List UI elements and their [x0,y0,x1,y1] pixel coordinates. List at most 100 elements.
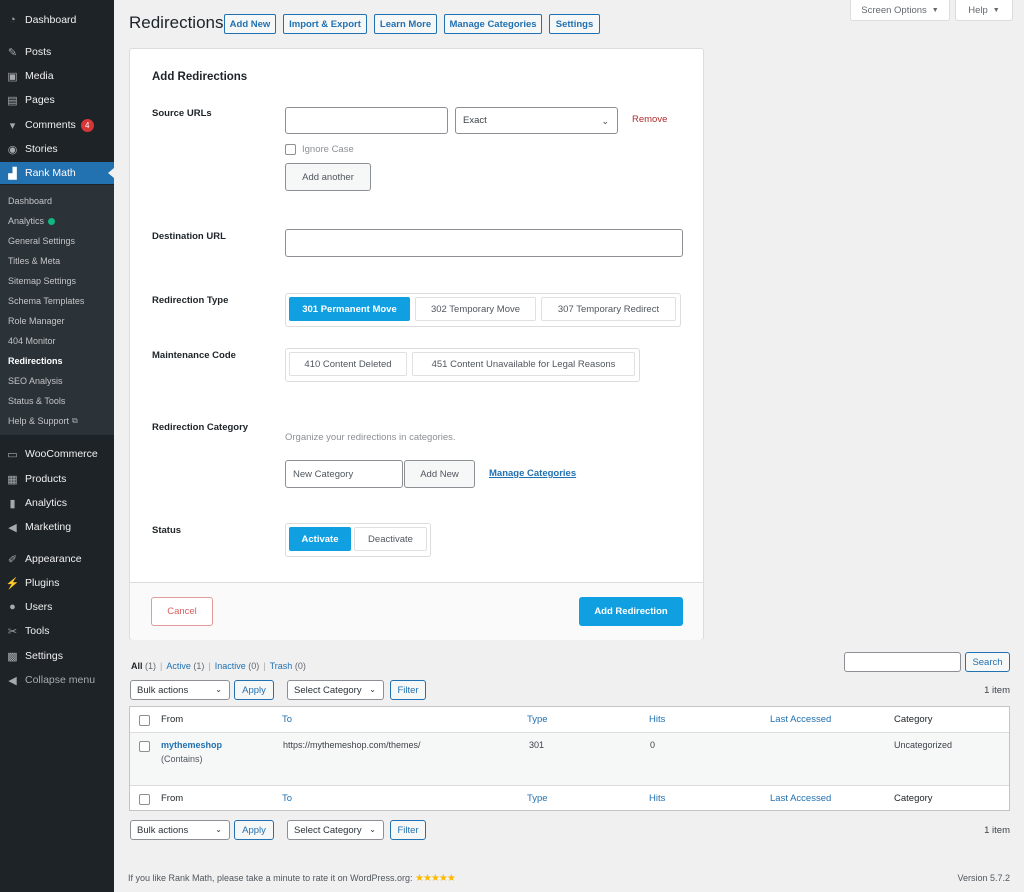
column-from-footer: From [161,793,184,804]
column-hits-footer[interactable]: Hits [649,793,665,804]
sidebar-item-comments[interactable]: ▾ Comments 4 [0,114,114,136]
sidebar-item-posts[interactable]: ✎ Posts [0,41,114,63]
import-export-button[interactable]: Import & Export [283,14,367,34]
to-url: https://mythemeshop.com/themes/ [283,740,421,750]
learn-more-button[interactable]: Learn More [374,14,437,34]
submenu-general-settings[interactable]: General Settings [8,231,75,251]
sidebar-item-marketing[interactable]: ◀ Marketing [0,516,114,538]
code-451-button[interactable]: 451 Content Unavailable for Legal Reason… [412,352,635,376]
sidebar-item-media[interactable]: ▣ Media [0,65,114,87]
new-category-input[interactable]: New Category [285,460,403,488]
help-button[interactable]: Help ▼ [955,0,1013,21]
type-307-button[interactable]: 307 Temporary Redirect [541,297,676,321]
apply-button-bottom[interactable]: Apply [234,820,274,840]
submenu-dashboard[interactable]: Dashboard [8,191,52,211]
column-last-accessed[interactable]: Last Accessed [770,714,831,725]
column-to[interactable]: To [282,714,292,725]
type-302-button[interactable]: 302 Temporary Move [415,297,536,321]
chevron-down-icon: ⌄ [369,825,376,834]
megaphone-icon: ◀ [8,521,17,534]
column-last-accessed-footer[interactable]: Last Accessed [770,793,831,804]
panel-title: Add Redirections [152,71,248,83]
collapse-icon: ◀ [8,674,17,687]
column-category-footer: Category [894,793,933,804]
sidebar-item-analytics[interactable]: ▮ Analytics [0,492,114,514]
redirections-table: From To Type Hits Last Accessed Category… [129,706,1010,811]
sidebar-item-products[interactable]: ▦ Products [0,468,114,490]
add-new-button[interactable]: Add New [224,14,276,34]
sidebar-item-pages[interactable]: ▤ Pages [0,89,114,111]
select-category-top[interactable]: Select Category ⌄ [287,680,384,700]
sidebar-item-rank-math[interactable]: ▟ Rank Math [0,162,114,184]
bulk-actions-select-top[interactable]: Bulk actions ⌄ [130,680,230,700]
collapse-menu-button[interactable]: ◀ Collapse menu [0,669,114,691]
view-all-link[interactable]: All [131,661,143,671]
search-button[interactable]: Search [965,652,1010,672]
submenu-schema-templates[interactable]: Schema Templates [8,291,84,311]
select-all-checkbox[interactable] [139,715,150,726]
admin-sidebar: ◔ Dashboard ✎ Posts ▣ Media ▤ Pages ▾ Comment… [0,0,114,892]
rating-stars-icon[interactable]: ★★★★★ [415,873,456,884]
submenu-seo-analysis[interactable]: SEO Analysis [8,371,63,391]
bulk-actions-select-bottom[interactable]: Bulk actions ⌄ [130,820,230,840]
status-group: Activate Deactivate [285,523,431,557]
submenu-titles-meta[interactable]: Titles & Meta [8,251,60,271]
add-redirection-button[interactable]: Add Redirection [579,597,683,626]
type-301-button[interactable]: 301 Permanent Move [289,297,410,321]
row-checkbox[interactable] [139,741,150,752]
select-all-checkbox-bottom[interactable] [139,794,150,805]
column-type[interactable]: Type [527,714,548,725]
submenu-status-tools[interactable]: Status & Tools [8,391,65,411]
destination-url-input[interactable] [285,229,683,257]
column-to-footer[interactable]: To [282,793,292,804]
match-type-select[interactable]: Exact ⌄ [455,107,618,134]
source-url-input[interactable] [285,107,448,134]
search-input[interactable] [844,652,961,672]
manage-categories-link[interactable]: Manage Categories [489,468,576,479]
panel-footer: Cancel Add Redirection [130,582,703,640]
status-label: Status [152,525,182,536]
cancel-button[interactable]: Cancel [151,597,213,626]
category-value: Uncategorized [894,740,953,750]
submenu-analytics[interactable]: Analytics [8,211,56,231]
status-filter-links: All (1) | Active (1) | Inactive (0) | Trash (0… [131,661,306,671]
sidebar-item-woocommerce[interactable]: ▭ WooCommerce [0,443,114,465]
column-hits[interactable]: Hits [649,714,665,725]
manage-categories-button[interactable]: Manage Categories [444,14,542,34]
apply-button-top[interactable]: Apply [234,680,274,700]
add-redirection-panel: Add Redirections Source URLs Exact ⌄ Remo… [129,48,704,640]
view-trash-link[interactable]: Trash [270,661,293,671]
add-category-button[interactable]: Add New [404,460,475,488]
redirection-type-group: 301 Permanent Move 302 Temporary Move 30… [285,293,681,327]
column-type-footer[interactable]: Type [527,793,548,804]
sidebar-item-dashboard[interactable]: ◔ Dashboard [0,9,114,31]
submenu-help-support[interactable]: Help & Support ⧉ [8,411,78,431]
sidebar-item-plugins[interactable]: ⚡ Plugins [0,572,114,594]
deactivate-button[interactable]: Deactivate [354,527,427,551]
submenu-role-manager[interactable]: Role Manager [8,311,65,331]
ignore-case-checkbox[interactable] [285,144,296,155]
activate-button[interactable]: Activate [289,527,351,551]
view-inactive-link[interactable]: Inactive [215,661,246,671]
settings-button[interactable]: Settings [549,14,600,34]
sidebar-item-stories[interactable]: ◉ Stories [0,138,114,160]
select-category-bottom[interactable]: Select Category ⌄ [287,820,384,840]
view-active-link[interactable]: Active [166,661,191,671]
sidebar-item-users[interactable]: ● Users [0,596,114,618]
submenu-redirections[interactable]: Redirections [8,351,63,371]
add-another-button[interactable]: Add another [285,163,371,191]
submenu-404-monitor[interactable]: 404 Monitor [8,331,56,351]
sidebar-item-settings[interactable]: ▩ Settings [0,645,114,667]
external-link-icon: ⧉ [72,416,78,425]
code-410-button[interactable]: 410 Content Deleted [289,352,407,376]
item-count-bottom: 1 item [984,825,1010,836]
screen-options-button[interactable]: Screen Options ▼ [850,0,950,21]
filter-button-bottom[interactable]: Filter [390,820,426,840]
column-from: From [161,714,184,725]
remove-source-link[interactable]: Remove [632,114,667,125]
submenu-sitemap-settings[interactable]: Sitemap Settings [8,271,76,291]
sidebar-item-tools[interactable]: ✂ Tools [0,620,114,642]
filter-button-top[interactable]: Filter [390,680,426,700]
sidebar-item-appearance[interactable]: ✐ Appearance [0,548,114,570]
from-link[interactable]: mythemeshop [161,740,222,750]
